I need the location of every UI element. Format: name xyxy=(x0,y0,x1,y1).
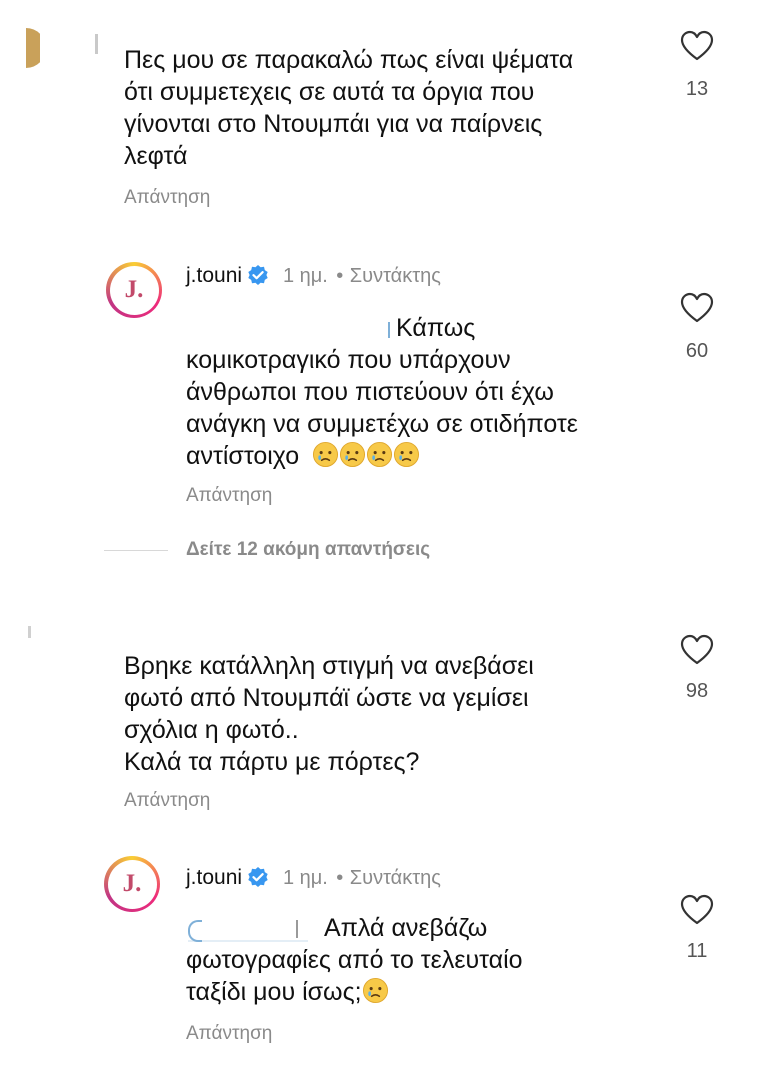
comment-line-with-emoji: ταξίδι μου ίσως; xyxy=(186,976,666,1008)
username-link[interactable]: j.touni xyxy=(186,264,242,287)
avatar-letter: J. xyxy=(109,265,159,315)
comment-line: γίνονται στο Ντουμπάι για να παίρνεις xyxy=(124,110,543,138)
comment-line: Απλά ανεβάζω xyxy=(324,914,488,942)
like-count: 13 xyxy=(685,78,709,100)
comment-line: Βρηκε κατάλληλη στιγμή να ανεβάσει xyxy=(124,652,534,680)
like-button[interactable] xyxy=(680,894,714,931)
avatar-edge-mark xyxy=(95,34,98,54)
comment-line-with-emoji: αντίστοιχο xyxy=(186,440,666,472)
like-button[interactable] xyxy=(680,30,714,67)
emoji-group xyxy=(312,441,420,470)
sad-crying-face-emoji xyxy=(340,441,366,468)
comment-line: αντίστοιχο xyxy=(186,442,300,470)
comment-header: j.touni 1 ημ. • Συντάκτης xyxy=(186,866,441,890)
comment-line: ταξίδι μου ίσως; xyxy=(186,978,362,1006)
verified-badge-icon xyxy=(247,867,268,887)
comment-line: σχόλια η φωτό.. xyxy=(124,716,299,744)
comment-text: Βρηκε κατάλληλη στιγμή να ανεβάσει φωτό … xyxy=(124,650,644,778)
sad-crying-face-emoji xyxy=(394,441,420,468)
meta-separator: • xyxy=(336,265,344,287)
avatar-letter: J. xyxy=(107,859,157,909)
author-role: Συντάκτης xyxy=(349,265,441,287)
heart-outline-icon xyxy=(680,292,714,323)
comment-line: Καλά τα πάρτυ με πόρτες? xyxy=(124,748,420,776)
sad-crying-face-emoji xyxy=(367,441,393,468)
sad-crying-face-emoji xyxy=(313,441,339,468)
comment-text: Κάπως κομικοτραγικό που υπάρχουν άνθρωπο… xyxy=(186,312,666,472)
reply-button[interactable]: Απάντηση xyxy=(124,790,210,812)
heart-outline-icon xyxy=(680,30,714,61)
comment-line: άνθρωποι που πιστεύουν ότι έχω xyxy=(186,378,554,406)
avatar-edge-mark xyxy=(28,626,31,638)
heart-outline-icon xyxy=(680,894,714,925)
like-count: 60 xyxy=(685,340,709,362)
avatar[interactable]: J. xyxy=(104,856,160,912)
like-button[interactable] xyxy=(680,292,714,329)
view-replies-divider xyxy=(104,550,168,551)
comment-header: j.touni 1 ημ. • Συντάκτης xyxy=(186,264,441,288)
reply-button[interactable]: Απάντηση xyxy=(186,485,272,507)
comment-line: κομικοτραγικό που υπάρχουν xyxy=(186,346,511,374)
verified-badge-icon xyxy=(247,265,268,285)
like-count: 11 xyxy=(686,940,708,962)
like-count: 98 xyxy=(685,680,709,702)
comment-time: 1 ημ. xyxy=(282,265,328,287)
sad-crying-face-emoji xyxy=(362,977,388,1004)
reply-button[interactable]: Απάντηση xyxy=(124,187,210,209)
comment-time: 1 ημ. xyxy=(282,867,328,889)
comment-line: φωτογραφίες από το τελευταίο xyxy=(186,946,523,974)
comment-text: Απλά ανεβάζω φωτογραφίες από το τελευταί… xyxy=(186,912,666,1008)
avatar[interactable]: J. xyxy=(106,262,162,318)
comment-line: Κάπως xyxy=(396,314,476,342)
like-button[interactable] xyxy=(680,634,714,671)
reply-button[interactable]: Απάντηση xyxy=(186,1023,272,1045)
heart-outline-icon xyxy=(680,634,714,665)
comment-line: λεφτά xyxy=(124,142,188,170)
comment-line: φωτό από Ντουμπάϊ ώστε να γεμίσει xyxy=(124,684,529,712)
comment-line: Πες μου σε παρακαλώ πως είναι ψέματα xyxy=(124,46,574,74)
author-role: Συντάκτης xyxy=(349,867,441,889)
comment-line: ανάγκη να συμμετέχω σε οτιδήποτε xyxy=(186,410,578,438)
username-link[interactable]: j.touni xyxy=(186,866,242,889)
view-more-replies-button[interactable]: Δείτε 12 ακόμη απαντήσεις xyxy=(186,539,430,561)
meta-separator: • xyxy=(336,867,344,889)
avatar-cropped[interactable] xyxy=(26,28,40,68)
comment-text: Πες μου σε παρακαλώ πως είναι ψέματα ότι… xyxy=(124,44,644,172)
comment-line: ότι συμμετεχεις σε αυτά τα όργια που xyxy=(124,78,535,106)
